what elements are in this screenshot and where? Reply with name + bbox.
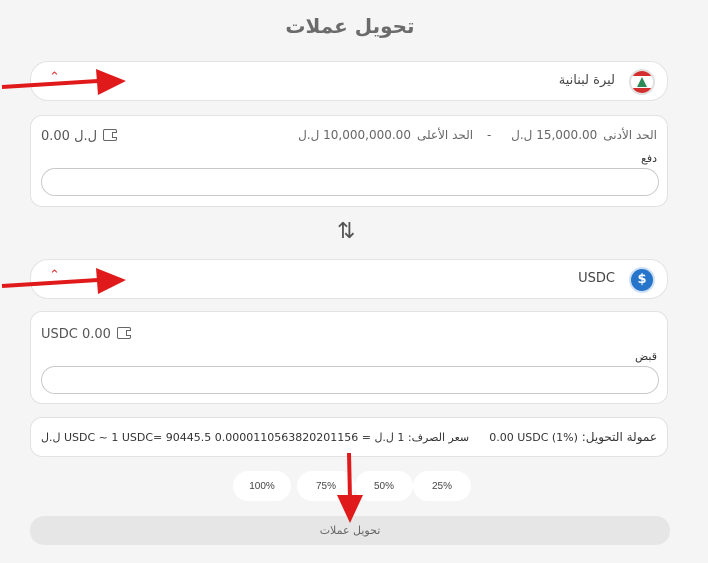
receive-panel: USDC 0.00 قبض <box>30 311 668 404</box>
wallet-icon <box>103 129 118 141</box>
to-currency-label: USDC <box>578 271 615 286</box>
swap-arrows-icon[interactable]: ⇅ <box>337 219 355 244</box>
min-value: 15,000.00 ل.ل <box>511 128 598 142</box>
from-balance-value: 0.00 ل.ل <box>41 129 98 144</box>
usdc-coin-icon: $ <box>629 267 655 293</box>
pay-amount-input[interactable] <box>41 168 659 196</box>
limits-separator: - <box>486 128 492 142</box>
page-title: تحويل عملات <box>285 14 415 38</box>
lebanon-flag-icon <box>629 69 655 95</box>
annotation-arrow-icon <box>337 452 363 523</box>
pay-label: دفع <box>640 152 657 165</box>
receive-amount-input[interactable] <box>41 366 659 394</box>
limits-text: الحد الأدنى 15,000.00 ل.ل - الحد الأعلى 10… <box>292 128 657 142</box>
annotation-arrow-icon <box>1 69 126 95</box>
min-label: الحد الأدنى <box>603 128 657 142</box>
annotation-arrow-icon <box>1 268 126 294</box>
to-balance-value: USDC 0.00 <box>41 327 111 342</box>
percent-100-button[interactable]: 100% <box>233 471 291 501</box>
pay-panel: 0.00 ل.ل الحد الأدنى 15,000.00 ل.ل - الحد… <box>30 115 668 207</box>
wallet-icon <box>116 327 131 339</box>
fee-value: 0.00 USDC (1%) <box>489 431 578 444</box>
fee-text: عمولة التحويل: 0.00 USDC (1%) <box>489 430 657 444</box>
exchange-rate-text: سعر الصرف: 1 ل.ل = 0.0000110563820201156… <box>41 431 470 444</box>
fee-label: عمولة التحويل: <box>581 430 657 444</box>
percent-25-button[interactable]: 25% <box>413 471 471 501</box>
receive-label: قبض <box>634 350 657 363</box>
max-label: الحد الأعلى <box>416 128 474 142</box>
max-value: 10,000,000.00 ل.ل <box>298 128 411 142</box>
from-currency-label: ليرة لبنانية <box>558 73 615 88</box>
to-balance: USDC 0.00 <box>41 327 131 342</box>
from-balance: 0.00 ل.ل <box>41 129 118 144</box>
